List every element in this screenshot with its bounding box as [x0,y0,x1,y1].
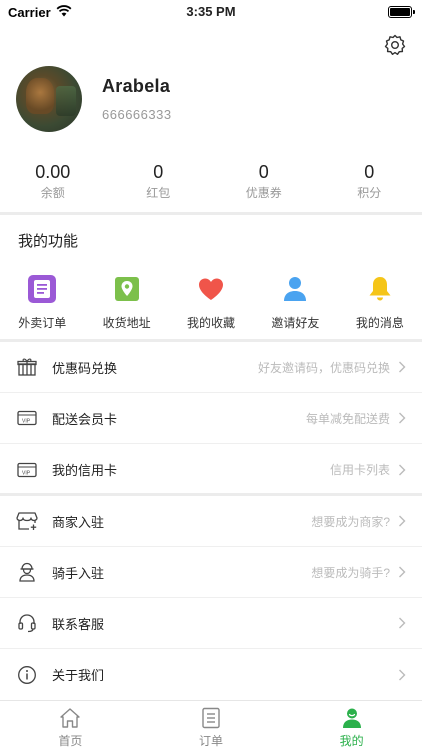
menu-label: 骑手入驻 [52,565,105,581]
function-messages[interactable]: 我的消息 [338,274,422,331]
menu-item-merchant-join[interactable]: 商家入驻 想要成为商家? [0,496,422,547]
menu-label: 我的信用卡 [52,463,118,478]
menu-hint: 想要成为骑手? [311,565,390,580]
menu-hint: 想要成为商家? [311,514,390,529]
rider-icon [16,561,38,583]
menu-item-delivery-vip-card[interactable]: VIP 配送会员卡 每单减免配送费 [0,393,422,444]
menu-item-customer-service[interactable]: 联系客服 [0,598,422,649]
stat-label: 积分 [357,186,382,200]
menu-group-promotions: 优惠码兑换 好友邀请码，优惠码兑换 VIP 配送会员卡 每单减免配送费 VIP … [0,342,422,495]
info-icon [16,664,38,686]
order-icon [27,274,57,304]
function-label: 收货地址 [102,316,151,330]
function-label: 我的消息 [355,316,404,330]
order-list-icon [198,705,224,731]
stat-value: 0 [153,162,164,182]
menu-group-services: 商家入驻 想要成为商家? 骑手入驻 想要成为骑手? 联系客服 关于我们 [0,496,422,700]
wifi-icon [56,4,72,20]
profile-icon [339,705,365,731]
menu-item-rider-join[interactable]: 骑手入驻 想要成为骑手? [0,547,422,598]
function-takeout-orders[interactable]: 外卖订单 [0,274,84,331]
menu-item-about-us[interactable]: 关于我们 [0,649,422,700]
carrier-label: Carrier [8,4,51,20]
stat-value: 0 [258,162,269,182]
chevron-right-icon [399,464,406,475]
tab-bar: 首页 订单 我的 [0,700,422,750]
tab-label: 我的 [339,734,364,748]
status-bar: Carrier [0,0,422,24]
menu-label: 商家入驻 [52,514,105,530]
stat-points[interactable]: 0 积分 [317,162,422,201]
menu-label: 配送会员卡 [52,411,118,427]
tab-home[interactable]: 首页 [0,701,141,750]
map-pin-icon [112,274,142,304]
menu-hint: 好友邀请码，优惠码兑换 [257,360,390,375]
menu-item-credit-cards[interactable]: VIP 我的信用卡 信用卡列表 [0,444,422,495]
menu-label: 联系客服 [52,616,105,632]
function-favorites[interactable]: 我的收藏 [169,274,253,331]
chevron-right-icon [399,566,406,578]
battery-icon [388,6,415,18]
function-invite-friends[interactable]: 邀请好友 [253,274,337,331]
chevron-right-icon [399,412,406,424]
profile-name: Arabela [102,76,171,96]
menu-hint: 每单减免配送费 [305,411,390,426]
headset-icon [16,612,38,634]
bell-icon [365,274,395,304]
function-address[interactable]: 收货地址 [84,274,168,331]
avatar[interactable] [16,66,82,132]
section-divider [0,212,422,215]
stat-coupons[interactable]: 0 优惠券 [211,162,317,201]
chevron-right-icon [399,617,406,629]
chevron-right-icon [399,361,406,373]
vip-card-icon: VIP [16,407,38,429]
profile-header[interactable]: Arabela 666666333 [16,66,406,132]
credit-card-icon: VIP [16,459,38,481]
stat-red-packet[interactable]: 0 红包 [106,162,212,201]
stat-balance[interactable]: 0.00 余额 [0,162,106,201]
gift-icon [16,356,38,378]
tab-orders[interactable]: 订单 [141,701,282,750]
functions-title: 我的功能 [18,233,79,250]
heart-icon [196,274,226,304]
stat-label: 余额 [40,186,65,200]
menu-item-coupon-redeem[interactable]: 优惠码兑换 好友邀请码，优惠码兑换 [0,342,422,393]
svg-text:VIP: VIP [22,470,31,476]
stat-value: 0 [364,162,375,182]
functions-grid: 外卖订单 收货地址 我的收藏 邀请好友 我的消息 [0,274,422,331]
function-label: 我的收藏 [187,316,236,330]
tab-label: 首页 [58,734,83,748]
menu-label: 优惠码兑换 [52,360,118,376]
store-icon [16,510,38,532]
function-label: 外卖订单 [18,316,67,330]
tab-profile[interactable]: 我的 [281,701,422,750]
stat-value: 0.00 [35,162,71,182]
menu-hint: 信用卡列表 [329,463,390,477]
account-stats: 0.00 余额 0 红包 0 优惠券 0 积分 [0,162,422,201]
stat-label: 红包 [146,186,171,200]
menu-label: 关于我们 [52,668,105,683]
profile-phone: 666666333 [102,107,172,122]
status-left: Carrier [8,5,72,20]
settings-gear-icon[interactable] [382,32,408,58]
tab-label: 订单 [199,734,224,748]
profile-info: Arabela 666666333 [102,76,172,122]
person-icon [280,274,310,304]
svg-text:VIP: VIP [22,419,31,425]
stat-label: 优惠券 [245,186,282,200]
home-icon [57,705,83,731]
function-label: 邀请好友 [271,316,320,330]
chevron-right-icon [399,515,406,527]
chevron-right-icon [399,669,406,680]
